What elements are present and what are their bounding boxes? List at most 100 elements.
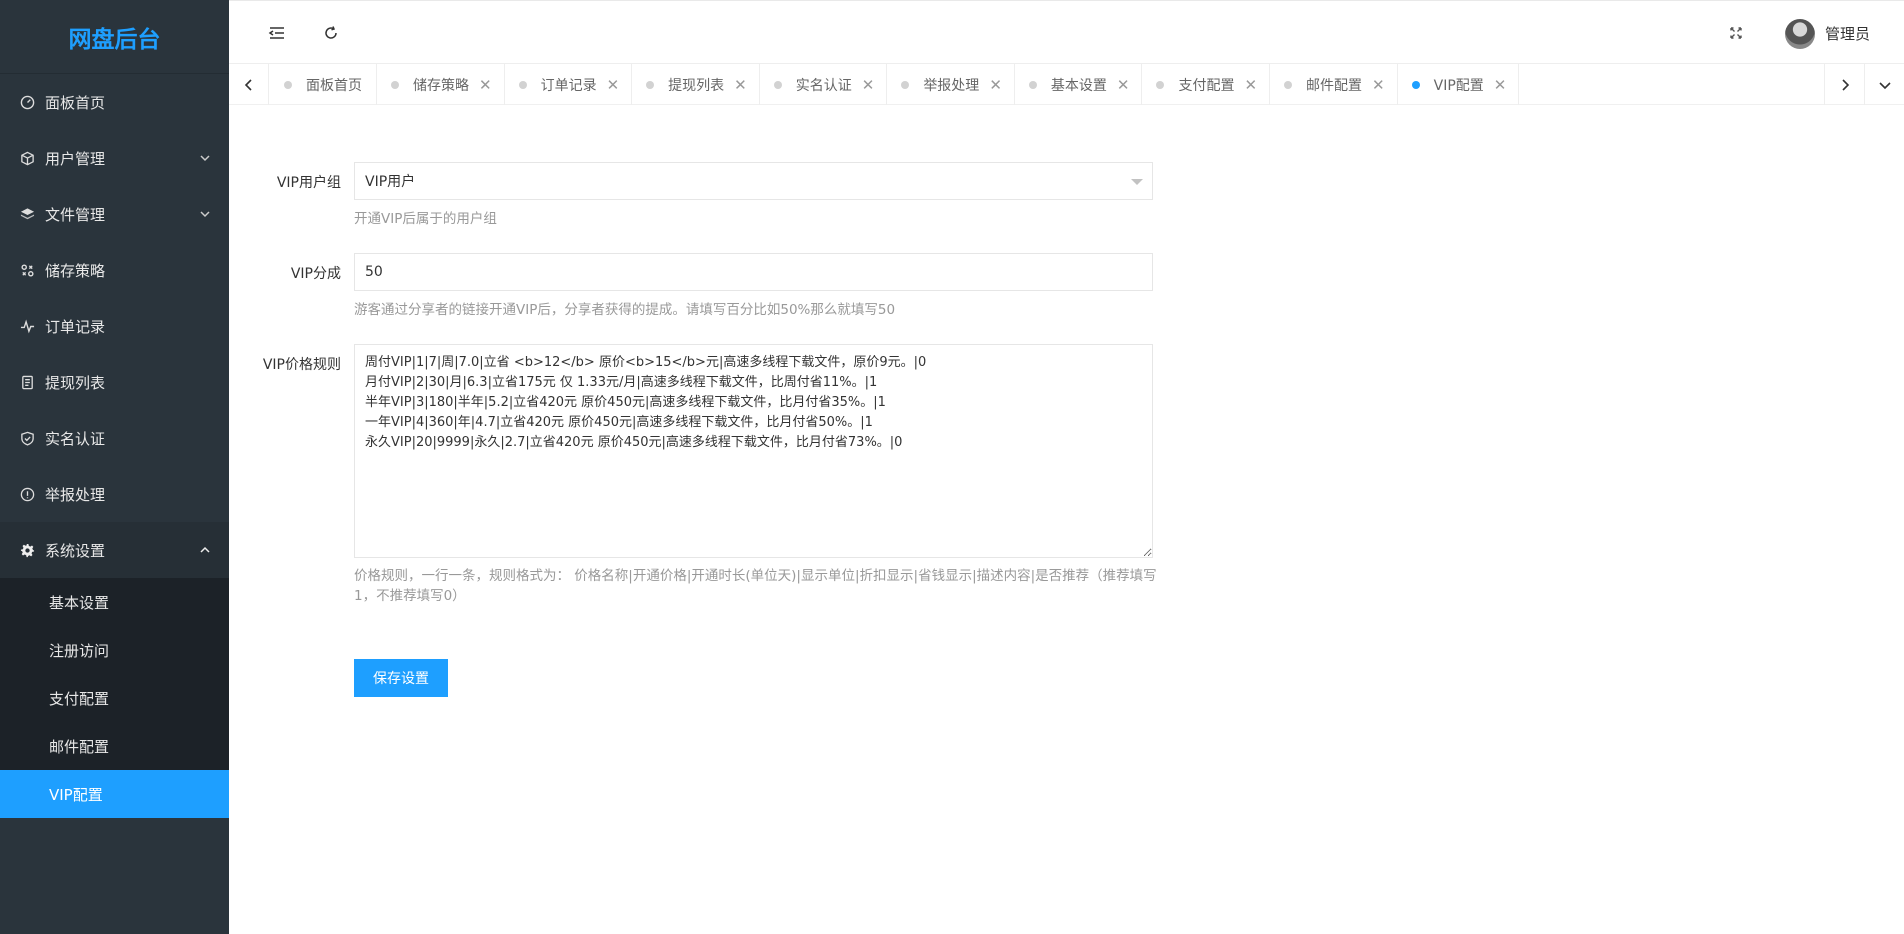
sidebar-item-file-management[interactable]: 文件管理 — [0, 186, 229, 242]
tab-order-records[interactable]: 订单记录 ✕ — [505, 64, 633, 105]
caret-down-icon — [1131, 179, 1143, 185]
close-icon[interactable]: ✕ — [1244, 76, 1257, 94]
tabs-scroll-right-button[interactable] — [1824, 64, 1864, 105]
tab-label: 提现列表 — [668, 77, 725, 94]
vip-share-help: 游客通过分享者的链接开通VIP后，分享者获得的提成。请填写百分比如50%那么就填… — [354, 302, 896, 318]
sidebar-item-storage-policy[interactable]: 储存策略 — [0, 242, 229, 298]
tab-status-dot — [646, 80, 655, 89]
close-icon[interactable]: ✕ — [734, 76, 747, 94]
tab-storage-policy[interactable]: 储存策略 ✕ — [377, 64, 505, 105]
vip-rules-textarea[interactable]: 周付VIP|1|7|周|7.0|立省 <b>12</b> 原价<b>15</b>… — [354, 344, 1153, 558]
chevron-down-icon — [200, 155, 210, 162]
submenu-item-basic-settings[interactable]: 基本设置 — [0, 578, 229, 626]
sidebar-item-label: 举报处理 — [45, 485, 106, 504]
sidebar-item-withdraw-list[interactable]: 提现列表 — [0, 354, 229, 410]
sidebar-item-real-name-auth[interactable]: 实名认证 — [0, 410, 229, 466]
vip-config-form: VIP用户组 VIP用户 开通VIP后属于的用户组 VIP分成 游客通过分享者的… — [229, 106, 1904, 934]
sidebar-item-label: 面板首页 — [45, 93, 106, 112]
tab-label: 基本设置 — [1050, 77, 1107, 94]
close-icon[interactable]: ✕ — [1372, 76, 1385, 94]
chevron-down-icon — [1878, 81, 1891, 89]
tab-real-name-auth[interactable]: 实名认证 ✕ — [760, 64, 888, 105]
sidebar-item-system-settings[interactable]: 系统设置 — [0, 522, 229, 578]
refresh-button[interactable] — [319, 21, 343, 45]
close-icon[interactable]: ✕ — [1117, 76, 1130, 94]
tab-status-dot — [518, 80, 527, 89]
refresh-icon — [325, 26, 337, 39]
tab-dashboard[interactable]: 面板首页 — [270, 64, 377, 105]
chevron-left-icon — [244, 78, 252, 91]
tab-list: 面板首页 储存策略 ✕ 订单记录 ✕ 提现列表 ✕ 实名认证 ✕ 举报处理 ✕ — [270, 64, 1520, 105]
sidebar-item-label: 提现列表 — [45, 373, 106, 392]
vip-group-select[interactable]: VIP用户 — [354, 162, 1153, 200]
user-name[interactable]: 管理员 — [1825, 23, 1870, 44]
vip-share-input[interactable] — [354, 253, 1153, 291]
submenu-item-register-access[interactable]: 注册访问 — [0, 626, 229, 674]
tab-status-dot — [1028, 80, 1037, 89]
tab-status-dot — [284, 80, 292, 89]
info-circle-icon — [18, 485, 36, 503]
tab-withdraw-list[interactable]: 提现列表 ✕ — [632, 64, 760, 105]
chevron-right-icon — [1841, 78, 1849, 91]
sidebar-item-label: 储存策略 — [45, 261, 106, 280]
fullscreen-button[interactable] — [1724, 21, 1748, 45]
tab-label: 订单记录 — [540, 77, 597, 94]
close-icon[interactable]: ✕ — [479, 76, 492, 94]
tab-payment-config[interactable]: 支付配置 ✕ — [1142, 64, 1271, 105]
tab-label: 举报处理 — [923, 77, 980, 94]
fullscreen-icon — [1730, 27, 1742, 39]
app-logo-title[interactable]: 网盘后台 — [0, 0, 229, 74]
sidebar-item-order-records[interactable]: 订单记录 — [0, 298, 229, 354]
tab-label: 邮件配置 — [1306, 77, 1363, 94]
tab-status-dot — [1156, 80, 1165, 89]
sidebar-item-report-handling[interactable]: 举报处理 — [0, 466, 229, 522]
tab-basic-settings[interactable]: 基本设置 ✕ — [1015, 64, 1143, 105]
tab-status-dot — [391, 80, 399, 89]
vip-group-label: VIP用户组 — [276, 175, 341, 191]
cube-icon — [18, 149, 36, 167]
close-icon[interactable]: ✕ — [989, 76, 1002, 94]
activity-icon — [18, 317, 36, 335]
submenu-item-payment-config[interactable]: 支付配置 — [0, 674, 229, 722]
sidebar-item-label: 用户管理 — [45, 149, 106, 168]
close-icon[interactable]: ✕ — [1494, 76, 1507, 94]
tab-report-handling[interactable]: 举报处理 ✕ — [887, 64, 1015, 105]
sidebar-item-user-management[interactable]: 用户管理 — [0, 130, 229, 186]
vip-group-selected-value: VIP用户 — [365, 174, 416, 190]
close-icon[interactable]: ✕ — [607, 76, 620, 94]
tab-vip-config[interactable]: VIP配置 ✕ — [1398, 64, 1520, 105]
avatar[interactable] — [1785, 19, 1815, 49]
dashboard-icon — [18, 93, 36, 111]
tab-label: 支付配置 — [1178, 77, 1235, 94]
system-settings-submenu: 基本设置 注册访问 支付配置 邮件配置 VIP配置 — [0, 578, 229, 818]
sidebar-item-label: 文件管理 — [45, 205, 106, 224]
chevron-up-icon — [200, 546, 210, 553]
tab-status-dot — [773, 80, 782, 89]
tab-label: 实名认证 — [795, 77, 852, 94]
menu-fold-icon — [268, 27, 284, 39]
sidebar: 网盘后台 面板首页 用户管理 文件管理 储存策略 订单记录 提现列表 实名认证 … — [0, 0, 229, 934]
components-icon — [18, 261, 36, 279]
sidebar-item-label: 实名认证 — [45, 429, 106, 448]
tabs-scroll-left-button[interactable] — [229, 64, 269, 105]
submenu-item-vip-config[interactable]: VIP配置 — [0, 770, 229, 818]
sidebar-item-label: 系统设置 — [45, 541, 106, 560]
vip-rules-label: VIP价格规则 — [262, 357, 341, 373]
tab-label: 面板首页 — [306, 77, 362, 94]
toggle-sidebar-button[interactable] — [265, 21, 289, 45]
tab-status-dot — [901, 80, 910, 89]
close-icon[interactable]: ✕ — [862, 76, 875, 94]
sidebar-item-dashboard[interactable]: 面板首页 — [0, 74, 229, 130]
page-tabs-bar: 面板首页 储存策略 ✕ 订单记录 ✕ 提现列表 ✕ 实名认证 ✕ 举报处理 ✕ — [229, 64, 1904, 105]
tab-label: VIP配置 — [1433, 77, 1484, 94]
save-settings-button[interactable]: 保存设置 — [354, 659, 448, 697]
gear-icon — [18, 541, 36, 559]
vip-rules-help: 价格规则，一行一条，规则格式为： 价格名称|开通价格|开通时长(单位天)|显示单… — [354, 568, 1157, 604]
tabs-more-button[interactable] — [1864, 64, 1904, 105]
top-header: 管理员 — [229, 0, 1904, 64]
chevron-down-icon — [200, 211, 210, 218]
tab-email-config[interactable]: 邮件配置 ✕ — [1270, 64, 1398, 105]
tab-label: 储存策略 — [413, 77, 469, 94]
submenu-item-email-config[interactable]: 邮件配置 — [0, 722, 229, 770]
tab-status-dot — [1284, 80, 1293, 89]
